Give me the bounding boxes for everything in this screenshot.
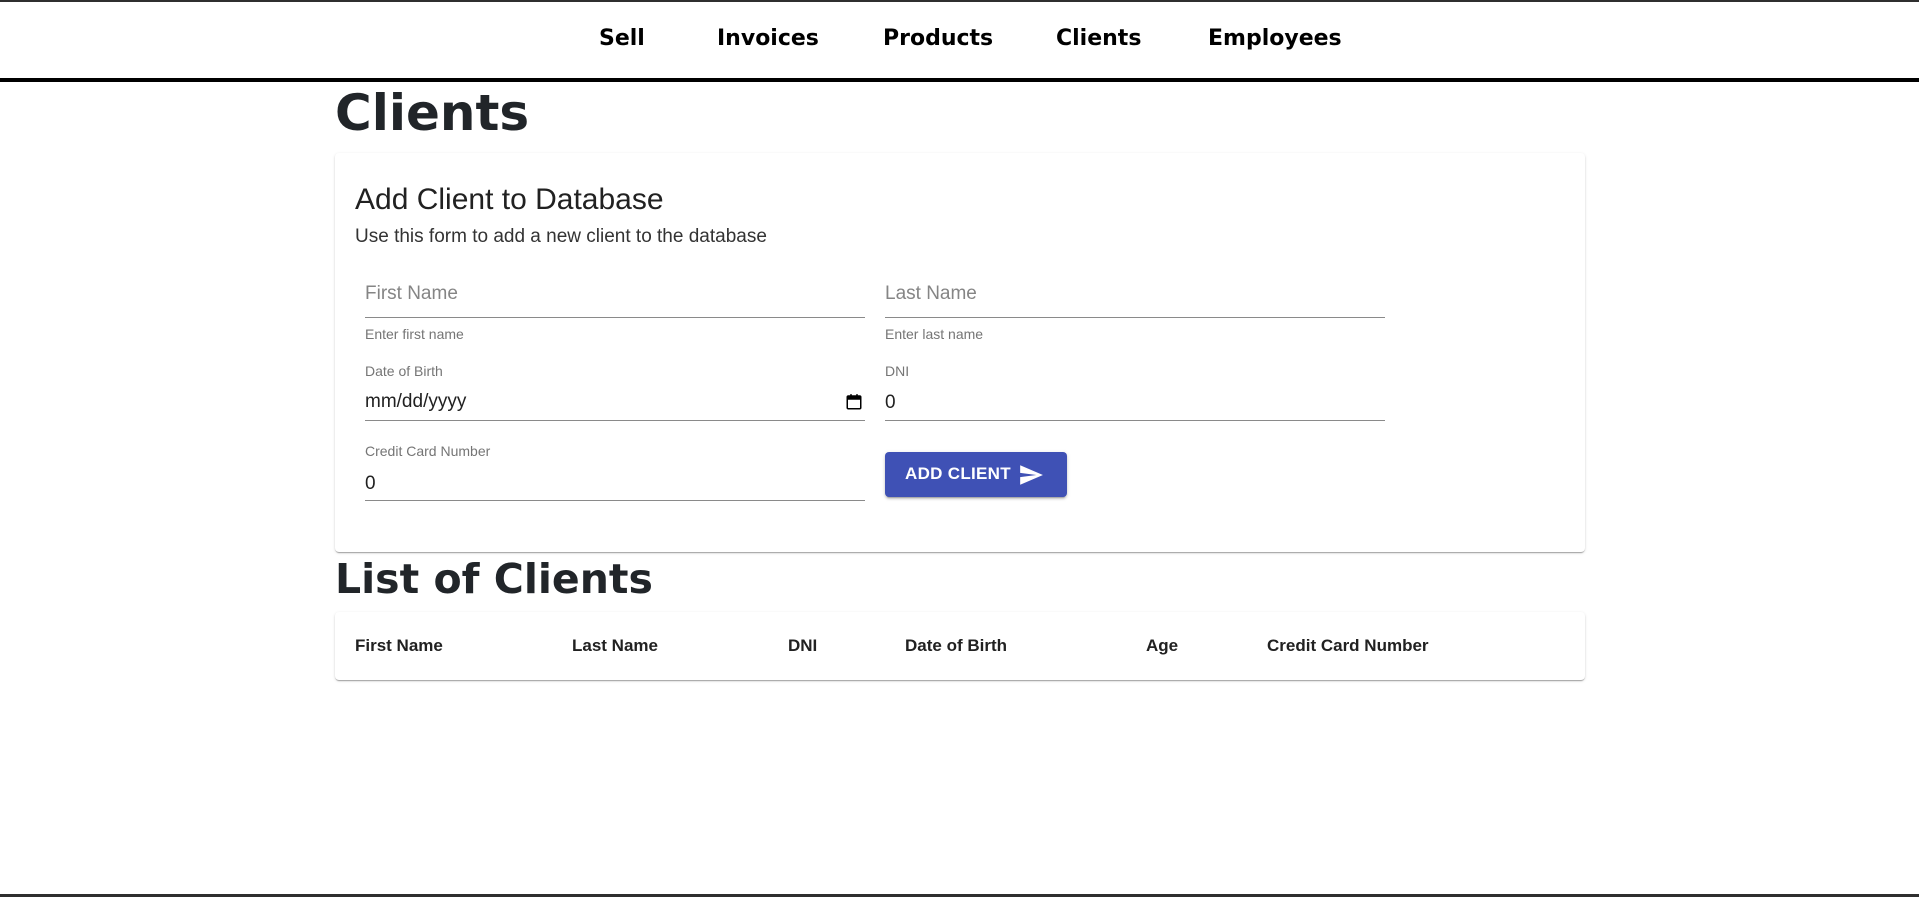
column-header-last-name: Last Name: [572, 636, 658, 655]
column-header-dni: DNI: [788, 636, 818, 655]
column-header-credit-card-number: Credit Card Number: [1267, 636, 1429, 655]
form-subtitle: Use this form to add a new client to the…: [355, 226, 767, 247]
last-name-helper: Enter last name: [885, 326, 984, 342]
credit-card-label: Credit Card Number: [365, 443, 491, 459]
first-name-helper: Enter first name: [365, 326, 464, 342]
clients-table: First Name Last Name DNI Date of Birth A…: [335, 612, 1585, 680]
top-navbar: Sell Invoices Products Clients Employees: [0, 2, 1919, 82]
send-icon: [1020, 465, 1043, 485]
dni-label: DNI: [885, 363, 910, 379]
dni-value: 0: [885, 392, 896, 413]
credit-card-underline: [365, 500, 865, 501]
add-client-button[interactable]: ADD CLIENT: [885, 452, 1067, 497]
first-name-field[interactable]: First Name Enter first name: [365, 283, 865, 343]
last-name-field[interactable]: Last Name Enter last name: [885, 283, 1385, 343]
calendar-icon[interactable]: [845, 393, 863, 411]
first-name-placeholder: First Name: [365, 283, 458, 304]
dni-underline: [885, 420, 1385, 421]
column-header-age: Age: [1146, 636, 1179, 655]
last-name-underline: [885, 317, 1385, 318]
column-header-first-name: First Name: [355, 636, 443, 655]
nav-item-clients[interactable]: Clients: [1056, 26, 1141, 51]
add-client-card: Add Client to Database Use this form to …: [335, 153, 1585, 552]
date-of-birth-underline: [365, 420, 865, 421]
nav-item-products[interactable]: Products: [883, 26, 993, 51]
date-of-birth-label: Date of Birth: [365, 363, 443, 379]
form-title: Add Client to Database: [355, 183, 664, 216]
nav-item-employees[interactable]: Employees: [1208, 26, 1342, 51]
list-title: List of Clients: [335, 555, 653, 603]
nav-item-sell[interactable]: Sell: [599, 26, 645, 51]
credit-card-field[interactable]: Credit Card Number 0: [365, 443, 865, 503]
date-of-birth-value: mm/dd/yyyy: [365, 391, 467, 412]
add-client-button-label: ADD CLIENT: [905, 464, 1011, 483]
first-name-underline: [365, 317, 865, 318]
date-of-birth-field[interactable]: Date of Birth mm/dd/yyyy: [365, 363, 865, 423]
dni-field[interactable]: DNI 0: [885, 363, 1385, 423]
nav-item-invoices[interactable]: Invoices: [717, 26, 819, 51]
last-name-placeholder: Last Name: [885, 283, 977, 304]
page-title: Clients: [335, 84, 530, 142]
credit-card-value: 0: [365, 473, 376, 494]
column-header-date-of-birth: Date of Birth: [905, 636, 1007, 655]
